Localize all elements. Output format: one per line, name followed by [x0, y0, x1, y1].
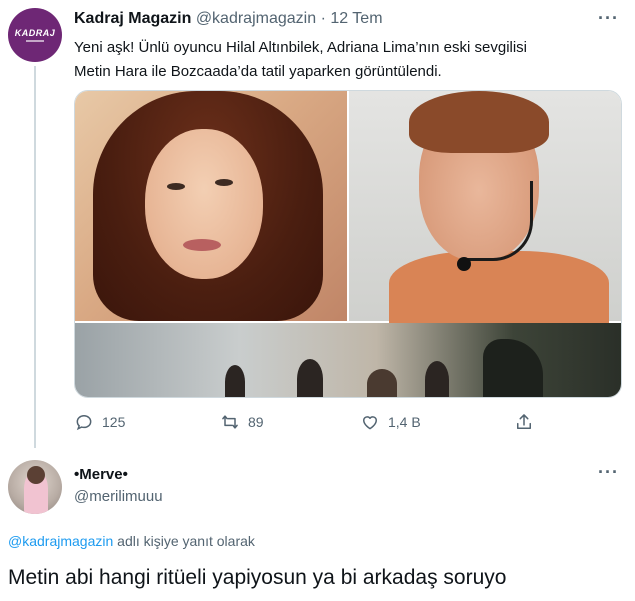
heart-icon: [363, 416, 377, 430]
reply-author-handle[interactable]: @merilimuuu: [74, 488, 163, 505]
tweet-date[interactable]: 12 Tem: [330, 10, 382, 27]
kadraj-logo-underline: [26, 40, 44, 42]
photo-shirt: [389, 251, 609, 331]
author-handle[interactable]: @kadrajmagazin: [196, 10, 316, 27]
separator-dot: ·: [320, 10, 326, 27]
tweet-text-line-1: Yeni aşk! Ünlü oyuncu Hilal Altınbilek, …: [74, 39, 528, 56]
photo-lips: [183, 239, 221, 251]
replying-to-suffix: adlı kişiye yanıt olarak: [113, 533, 255, 549]
tweet-card[interactable]: KADRAJ Kadraj Magazin @kadrajmagazin · 1…: [0, 0, 635, 448]
author-avatar[interactable]: KADRAJ: [8, 8, 62, 62]
reply-author-avatar[interactable]: [8, 460, 62, 514]
like-action[interactable]: 1,4 B: [360, 412, 421, 432]
reply-action[interactable]: 125: [74, 412, 125, 432]
street-person: [225, 365, 245, 397]
photo-hair-man: [409, 91, 549, 153]
headset-mic-tip: [457, 257, 471, 271]
more-dots-icon[interactable]: ···: [598, 462, 619, 483]
tweet-actions-bar: 125 89 1,4 B: [74, 412, 574, 436]
photo-eye-left: [167, 183, 185, 190]
retweet-count: 89: [248, 414, 264, 430]
thread-connector-line: [34, 66, 36, 448]
media-photo-man[interactable]: [349, 91, 621, 331]
street-umbrella: [483, 339, 543, 397]
photo-face: [145, 129, 263, 279]
photo-eye-right: [215, 179, 233, 186]
more-dots-icon[interactable]: ···: [598, 8, 619, 29]
share-action[interactable]: [514, 412, 534, 432]
like-count: 1,4 B: [388, 414, 421, 430]
retweet-action[interactable]: 89: [220, 412, 264, 432]
tweet-header: Kadraj Magazin @kadrajmagazin · 12 Tem: [74, 10, 383, 28]
kadraj-logo: KADRAJ: [14, 28, 56, 38]
media-photo-woman[interactable]: [75, 91, 347, 321]
speech-bubble-icon: [76, 414, 92, 431]
avatar-figure-head: [27, 466, 45, 484]
retweet-icon: [222, 415, 238, 429]
mention-link[interactable]: @kadrajmagazin: [8, 533, 113, 549]
media-photo-street[interactable]: [75, 323, 621, 397]
tweet-text: Yeni aşk! Ünlü oyuncu Hilal Altınbilek, …: [74, 36, 622, 84]
tweet-media-grid[interactable]: [74, 90, 622, 398]
replying-to-line: @kadrajmagazin adlı kişiye yanıt olarak: [8, 533, 255, 549]
reply-text: Metin abi hangi ritüeli yapiyosun ya bi …: [8, 566, 507, 589]
headset-mic: [463, 181, 533, 261]
tweet-text-line-2: Metin Hara ile Bozcaada’da tatil yaparke…: [74, 63, 442, 80]
street-person: [367, 369, 397, 397]
share-icon: [517, 414, 531, 429]
reply-author-name[interactable]: •Merve•: [74, 466, 128, 483]
author-name[interactable]: Kadraj Magazin: [74, 10, 191, 27]
street-person: [425, 361, 449, 397]
street-person: [297, 359, 323, 397]
reply-count: 125: [102, 414, 126, 430]
